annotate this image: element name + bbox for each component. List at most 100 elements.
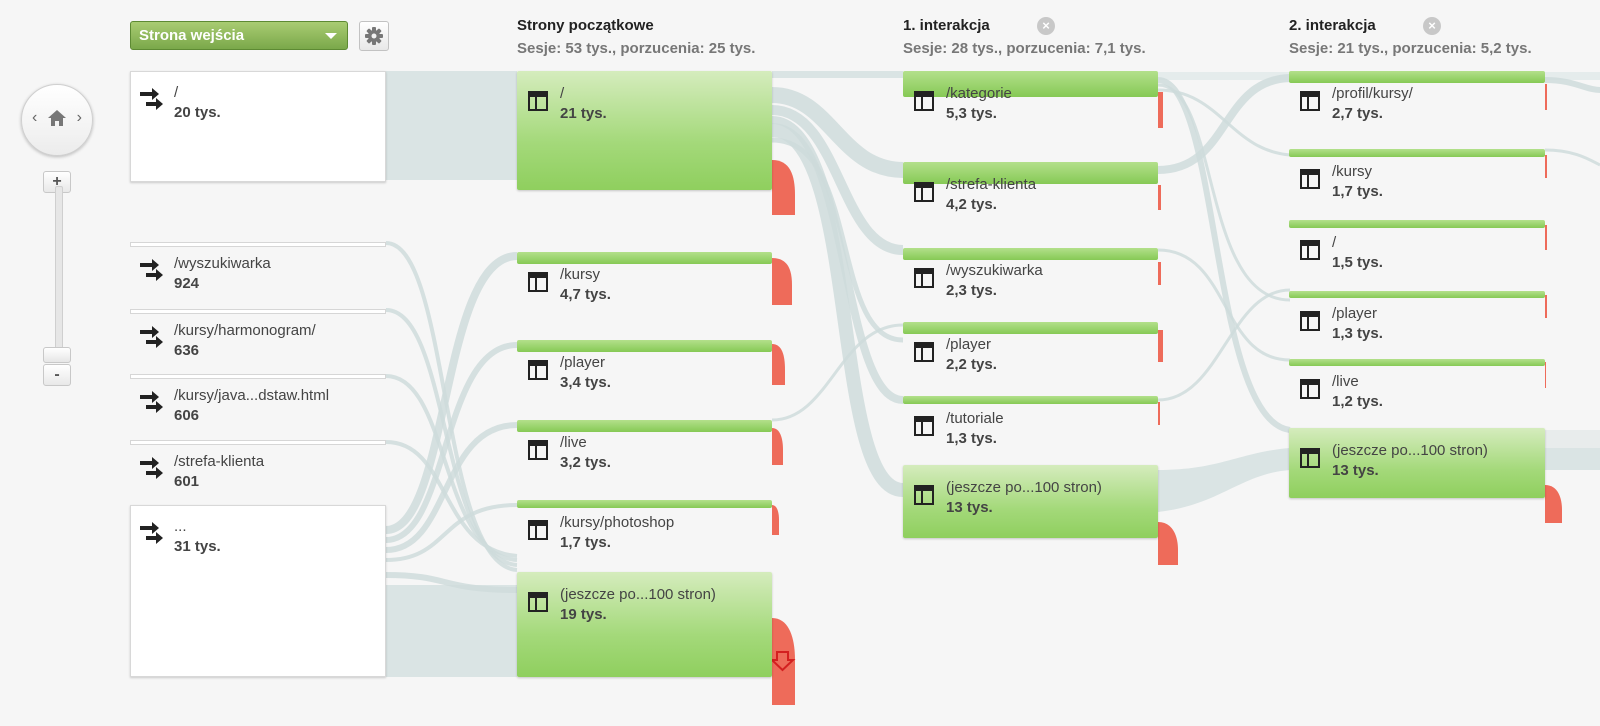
- page-icon: [914, 91, 934, 111]
- close-column-2-button[interactable]: ×: [1423, 17, 1441, 35]
- page-node-label: /: [1332, 234, 1337, 251]
- page-node-label: /kursy: [560, 266, 601, 283]
- entry-value: 31 tys.: [174, 538, 221, 555]
- page-node-value: 1,7 tys.: [1332, 183, 1383, 200]
- page-node-bar[interactable]: [903, 396, 1158, 404]
- page-icon: [1300, 91, 1320, 111]
- entry-arrows-icon: [140, 457, 163, 479]
- page-node-bar[interactable]: [1289, 220, 1545, 228]
- page-node-label: (jeszcze po...100 stron): [946, 479, 1102, 496]
- page-node-value: 2,2 tys.: [946, 356, 997, 373]
- navigation-control[interactable]: ‹ ›: [21, 84, 93, 156]
- page-node-bar[interactable]: [1289, 149, 1545, 157]
- entry-node-bar[interactable]: [130, 374, 386, 379]
- entry-node-bar[interactable]: [130, 440, 386, 445]
- page-icon: [1300, 448, 1320, 468]
- page-node-value: 3,4 tys.: [560, 374, 611, 391]
- entry-arrows-icon: [140, 522, 163, 544]
- dimension-dropdown[interactable]: Strona wejścia: [130, 21, 348, 50]
- page-icon: [528, 360, 548, 380]
- page-node[interactable]: [517, 71, 772, 190]
- page-node-label: /kategorie: [946, 85, 1012, 102]
- column-title-interaction-1: 1. interakcja: [903, 17, 990, 34]
- home-icon[interactable]: [47, 109, 67, 127]
- page-node-bar[interactable]: [1289, 71, 1545, 83]
- entry-arrows-icon: [140, 391, 163, 413]
- page-node-bar[interactable]: [1289, 291, 1545, 298]
- zoom-slider-handle[interactable]: [43, 347, 71, 363]
- page-node-label: /kursy: [1332, 163, 1373, 180]
- dimension-dropdown-label: Strona wejścia: [139, 27, 245, 44]
- page-node-label: (jeszcze po...100 stron): [1332, 442, 1488, 459]
- page-node-value: 21 tys.: [560, 105, 607, 122]
- page-icon: [528, 91, 548, 111]
- entry-node[interactable]: [130, 505, 386, 677]
- page-node-bar[interactable]: [517, 252, 772, 264]
- page-icon: [914, 268, 934, 288]
- entry-value: 924: [174, 275, 200, 292]
- close-column-1-button[interactable]: ×: [1037, 17, 1055, 35]
- page-icon: [914, 182, 934, 202]
- entry-label: /kursy/harmonogram/: [174, 322, 316, 339]
- page-node-label: /player: [560, 354, 606, 371]
- column-summary-starting-pages: Sesje: 53 tys., porzucenia: 25 tys.: [517, 40, 756, 57]
- page-node-label: /player: [946, 336, 992, 353]
- page-node-label: /tutoriale: [946, 410, 1004, 427]
- page-node-value: 2,7 tys.: [1332, 105, 1383, 122]
- page-icon: [528, 520, 548, 540]
- page-node-value: 13 tys.: [1332, 462, 1379, 479]
- page-node[interactable]: [903, 465, 1158, 538]
- page-node[interactable]: [1289, 428, 1545, 498]
- page-node-bar[interactable]: [903, 71, 1158, 97]
- entry-node[interactable]: [130, 71, 386, 182]
- page-node-value: 13 tys.: [946, 499, 993, 516]
- entry-value: 606: [174, 407, 200, 424]
- page-icon: [1300, 240, 1320, 260]
- page-node-bar[interactable]: [517, 500, 772, 508]
- column-summary-interaction-2: Sesje: 21 tys., porzucenia: 5,2 tys.: [1289, 40, 1532, 57]
- entry-label: ...: [174, 518, 187, 535]
- zoom-out-button[interactable]: -: [43, 364, 71, 386]
- nav-left-icon[interactable]: ‹: [32, 109, 37, 127]
- gear-icon: [365, 27, 383, 45]
- page-node-label: /: [560, 85, 565, 102]
- page-node-value: 1,7 tys.: [560, 534, 611, 551]
- entry-label: /strefa-klienta: [174, 453, 265, 470]
- page-node-value: 1,5 tys.: [1332, 254, 1383, 271]
- nav-right-icon[interactable]: ›: [77, 109, 82, 127]
- entry-value: 636: [174, 342, 200, 359]
- page-node-bar[interactable]: [1289, 359, 1545, 366]
- entry-arrows-icon: [140, 259, 163, 281]
- page-node-bar[interactable]: [903, 322, 1158, 334]
- entry-label: /kursy/java...dstaw.html: [174, 387, 330, 404]
- entry-node-bar[interactable]: [130, 309, 386, 314]
- page-node-label: /profil/kursy/: [1332, 85, 1413, 102]
- entry-value: 601: [174, 473, 200, 490]
- chevron-down-icon: [325, 33, 337, 39]
- page-node-label: /strefa-klienta: [946, 176, 1037, 193]
- page-node-label: /wyszukiwarka: [946, 262, 1043, 279]
- entry-arrows-icon: [140, 326, 163, 348]
- page-node-label: /live: [1332, 373, 1359, 390]
- page-node-label: /kursy/photoshop: [560, 514, 675, 531]
- page-icon: [914, 485, 934, 505]
- page-icon: [528, 272, 548, 292]
- page-node-bar[interactable]: [903, 248, 1158, 260]
- page-node-bar[interactable]: [517, 420, 772, 432]
- page-node-value: 4,7 tys.: [560, 286, 611, 303]
- page-node-value: 1,3 tys.: [1332, 325, 1383, 342]
- entry-label: /: [174, 84, 179, 101]
- column-title-starting-pages: Strony początkowe: [517, 17, 654, 34]
- zoom-slider-track[interactable]: [55, 186, 63, 358]
- page-node-label: (jeszcze po...100 stron): [560, 586, 716, 603]
- column-title-interaction-2: 2. interakcja: [1289, 17, 1376, 34]
- entry-node-bar[interactable]: [130, 242, 386, 247]
- entry-value: 20 tys.: [174, 104, 221, 121]
- page-node-value: 4,2 tys.: [946, 196, 997, 213]
- page-icon: [1300, 379, 1320, 399]
- page-node-label: /live: [560, 434, 587, 451]
- page-node-bar[interactable]: [517, 340, 772, 352]
- page-icon: [1300, 311, 1320, 331]
- page-node-value: 1,3 tys.: [946, 430, 997, 447]
- settings-button[interactable]: [359, 21, 389, 51]
